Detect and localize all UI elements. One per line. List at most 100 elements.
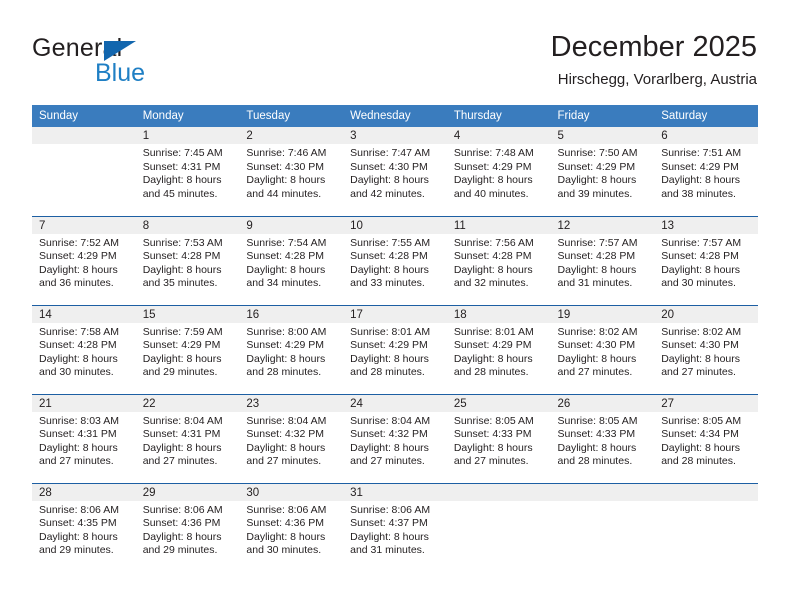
- daylight-text-line1: Daylight: 8 hours: [557, 352, 637, 365]
- daylight-text-line1: Daylight: 8 hours: [142, 530, 222, 543]
- sunrise-text: Sunrise: 8:01 AM: [453, 325, 534, 338]
- daylight-text-line1: Daylight: 8 hours: [246, 174, 326, 187]
- sunrise-text: Sunrise: 8:04 AM: [350, 414, 431, 427]
- daylight-text-line2: and 29 minutes.: [142, 366, 218, 379]
- day-number: 7: [32, 216, 136, 234]
- calendar-day-cell[interactable]: 12 Sunrise: 7:57 AM Sunset: 4:28 PM Dayligh…: [550, 215, 655, 305]
- sunset-text: Sunset: 4:30 PM: [246, 160, 325, 173]
- sunrise-text: Sunrise: 7:47 AM: [350, 147, 431, 159]
- sunrise-text: Sunrise: 7:59 AM: [142, 325, 223, 338]
- day-number: 12: [550, 216, 655, 234]
- calendar-day-cell[interactable]: 8 Sunrise: 7:53 AM Sunset: 4:28 PM Daylight…: [135, 215, 240, 305]
- day-sun-info: Sunrise: 8:03 AM Sunset: 4:31 PM Daylight:…: [32, 412, 136, 469]
- day-number: 23: [239, 394, 344, 412]
- calendar-day-cell[interactable]: 13 Sunrise: 7:57 AM Sunset: 4:28 PM Dayligh…: [654, 215, 758, 305]
- daylight-text-line2: and 27 minutes.: [557, 366, 633, 379]
- sunrise-text: Sunrise: 8:04 AM: [246, 414, 327, 427]
- day-sun-info: Sunrise: 7:58 AM Sunset: 4:28 PM Daylight:…: [32, 323, 136, 380]
- calendar-day-cell[interactable]: 14 Sunrise: 7:58 AM Sunset: 4:28 PM Dayligh…: [32, 304, 136, 394]
- calendar-day-cell[interactable]: 1 Sunrise: 7:45 AM Sunset: 4:31 PM Daylight…: [135, 127, 240, 216]
- sunset-text: Sunset: 4:28 PM: [246, 250, 325, 263]
- calendar-day-cell[interactable]: 4 Sunrise: 7:48 AM Sunset: 4:29 PM Daylight…: [446, 127, 551, 216]
- sunrise-text: Sunrise: 7:54 AM: [246, 236, 327, 249]
- calendar-day-cell[interactable]: 6 Sunrise: 7:51 AM Sunset: 4:29 PM Daylight…: [654, 127, 758, 216]
- weekday-header-monday: Monday: [135, 105, 240, 127]
- weekday-header-wednesday: Wednesday: [343, 105, 447, 127]
- calendar-day-cell[interactable]: 27 Sunrise: 8:05 AM Sunset: 4:34 PM Dayligh…: [654, 393, 758, 483]
- calendar-day-cell[interactable]: 16 Sunrise: 8:00 AM Sunset: 4:29 PM Dayligh…: [239, 304, 344, 394]
- day-number: 17: [343, 305, 447, 323]
- calendar-day-cell[interactable]: 24 Sunrise: 8:04 AM Sunset: 4:32 PM Dayligh…: [343, 393, 447, 483]
- calendar-day-cell[interactable]: 19 Sunrise: 8:02 AM Sunset: 4:30 PM Dayligh…: [550, 304, 655, 394]
- daylight-text-line2: and 39 minutes.: [557, 187, 633, 200]
- calendar-day-cell[interactable]: 20 Sunrise: 8:02 AM Sunset: 4:30 PM Dayligh…: [654, 304, 758, 394]
- day-number: 11: [446, 216, 551, 234]
- day-number: 1: [135, 127, 240, 144]
- daylight-text-line1: Daylight: 8 hours: [350, 174, 429, 187]
- sunset-text: Sunset: 4:32 PM: [350, 428, 428, 441]
- daylight-text-line2: and 30 minutes.: [39, 366, 114, 379]
- calendar-day-cell[interactable]: 10 Sunrise: 7:55 AM Sunset: 4:28 PM Dayligh…: [343, 215, 447, 305]
- calendar-day-cell[interactable]: 23 Sunrise: 8:04 AM Sunset: 4:32 PM Dayligh…: [239, 393, 344, 483]
- sunrise-text: Sunrise: 8:00 AM: [246, 325, 327, 338]
- daylight-text-line2: and 28 minutes.: [557, 455, 633, 468]
- daylight-text-line2: and 35 minutes.: [142, 277, 218, 290]
- sunset-text: Sunset: 4:35 PM: [39, 517, 117, 530]
- calendar-day-cell[interactable]: 22 Sunrise: 8:04 AM Sunset: 4:31 PM Dayligh…: [135, 393, 240, 483]
- calendar-day-cell[interactable]: 30 Sunrise: 8:06 AM Sunset: 4:36 PM Dayligh…: [239, 482, 344, 572]
- calendar-day-cell[interactable]: 18 Sunrise: 8:01 AM Sunset: 4:29 PM Dayligh…: [446, 304, 551, 394]
- sunrise-text: Sunrise: 7:50 AM: [557, 147, 638, 159]
- day-number: 14: [32, 305, 136, 323]
- daylight-text-line1: Daylight: 8 hours: [246, 530, 326, 543]
- general-blue-logo[interactable]: General Blue: [32, 34, 232, 90]
- sunset-text: Sunset: 4:29 PM: [350, 339, 428, 352]
- calendar-week-row: 21 Sunrise: 8:03 AM Sunset: 4:31 PM Dayligh…: [32, 393, 758, 483]
- calendar-day-cell[interactable]: 7 Sunrise: 7:52 AM Sunset: 4:29 PM Daylight…: [32, 215, 136, 305]
- calendar-day-cell[interactable]: 11 Sunrise: 7:56 AM Sunset: 4:28 PM Dayligh…: [446, 215, 551, 305]
- calendar-day-cell[interactable]: 21 Sunrise: 8:03 AM Sunset: 4:31 PM Dayligh…: [32, 393, 136, 483]
- calendar-day-cell[interactable]: 25 Sunrise: 8:05 AM Sunset: 4:33 PM Dayligh…: [446, 393, 551, 483]
- daylight-text-line2: and 30 minutes.: [661, 277, 736, 290]
- weekday-header-friday: Friday: [550, 105, 655, 127]
- calendar-day-cell[interactable]: 2 Sunrise: 7:46 AM Sunset: 4:30 PM Daylight…: [239, 127, 344, 216]
- sunset-text: Sunset: 4:28 PM: [453, 250, 532, 263]
- calendar-day-cell[interactable]: 26 Sunrise: 8:05 AM Sunset: 4:33 PM Dayligh…: [550, 393, 655, 483]
- sunset-text: Sunset: 4:31 PM: [39, 428, 117, 441]
- calendar-day-cell[interactable]: 15 Sunrise: 7:59 AM Sunset: 4:29 PM Dayligh…: [135, 304, 240, 394]
- day-number: 31: [343, 483, 447, 501]
- day-number: [446, 483, 551, 501]
- calendar-day-cell[interactable]: 31 Sunrise: 8:06 AM Sunset: 4:37 PM Dayligh…: [343, 482, 447, 572]
- day-number: 29: [135, 483, 240, 501]
- calendar-week-row: 14 Sunrise: 7:58 AM Sunset: 4:28 PM Dayligh…: [32, 304, 758, 394]
- day-sun-info: Sunrise: 7:54 AM Sunset: 4:28 PM Daylight:…: [239, 234, 343, 291]
- sunset-text: Sunset: 4:30 PM: [557, 339, 636, 352]
- calendar-day-cell-empty: [654, 482, 758, 572]
- daylight-text-line2: and 31 minutes.: [350, 544, 425, 557]
- calendar-day-cell[interactable]: 5 Sunrise: 7:50 AM Sunset: 4:29 PM Daylight…: [550, 127, 655, 216]
- calendar-table: Sunday Monday Tuesday Wednesday Thursday Frid…: [32, 105, 758, 572]
- sunset-text: Sunset: 4:32 PM: [246, 428, 325, 441]
- day-number: 15: [135, 305, 240, 323]
- calendar-day-cell[interactable]: 3 Sunrise: 7:47 AM Sunset: 4:30 PM Daylight…: [343, 127, 447, 216]
- daylight-text-line2: and 27 minutes.: [350, 455, 425, 468]
- day-number: 2: [239, 127, 344, 144]
- sunset-text: Sunset: 4:29 PM: [39, 250, 117, 263]
- sunset-text: Sunset: 4:31 PM: [142, 160, 221, 173]
- calendar-day-cell[interactable]: 17 Sunrise: 8:01 AM Sunset: 4:29 PM Dayligh…: [343, 304, 447, 394]
- calendar-day-cell-empty: [446, 482, 551, 572]
- title-block: December 2025 Hirschegg, Vorarlberg, Aus…: [551, 30, 757, 90]
- sunset-text: Sunset: 4:33 PM: [557, 428, 636, 441]
- sunrise-text: Sunrise: 8:05 AM: [661, 414, 742, 427]
- day-sun-info: Sunrise: 7:48 AM Sunset: 4:29 PM Daylight:…: [447, 144, 551, 201]
- calendar-grid-wrapper: Sunday Monday Tuesday Wednesday Thursday Frid…: [32, 105, 758, 572]
- daylight-text-line2: and 28 minutes.: [661, 455, 736, 468]
- daylight-text-line1: Daylight: 8 hours: [246, 263, 326, 276]
- daylight-text-line2: and 29 minutes.: [142, 544, 218, 557]
- day-sun-info: Sunrise: 7:52 AM Sunset: 4:29 PM Daylight:…: [32, 234, 136, 291]
- calendar-day-cell[interactable]: 28 Sunrise: 8:06 AM Sunset: 4:35 PM Dayligh…: [32, 482, 136, 572]
- calendar-day-cell[interactable]: 9 Sunrise: 7:54 AM Sunset: 4:28 PM Daylight…: [239, 215, 344, 305]
- day-sun-info: Sunrise: 8:04 AM Sunset: 4:31 PM Daylight:…: [136, 412, 240, 469]
- sunrise-text: Sunrise: 8:04 AM: [142, 414, 223, 427]
- calendar-day-cell[interactable]: 29 Sunrise: 8:06 AM Sunset: 4:36 PM Dayligh…: [135, 482, 240, 572]
- daylight-text-line2: and 31 minutes.: [557, 277, 633, 290]
